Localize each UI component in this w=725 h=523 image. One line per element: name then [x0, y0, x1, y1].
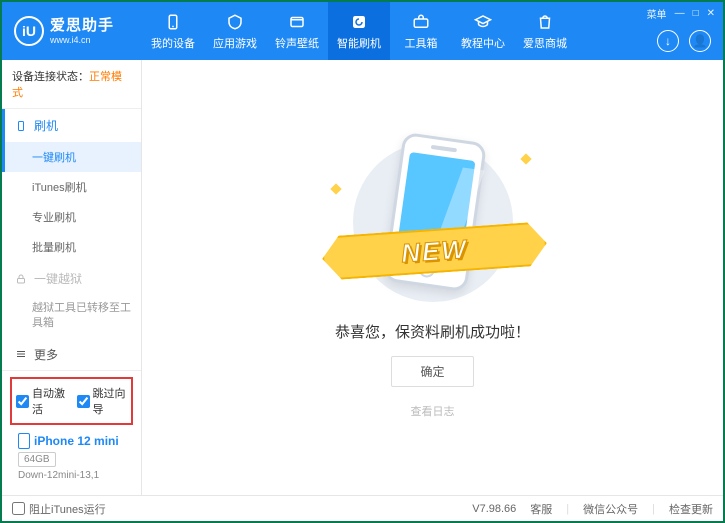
- success-message: 恭喜您，保资料刷机成功啦！: [335, 321, 530, 342]
- sidebar-group-jailbreak: 一键越狱: [2, 262, 141, 295]
- window-controls: 菜单 — □ ✕: [647, 6, 715, 21]
- footer-wechat-link[interactable]: 微信公众号: [583, 501, 638, 517]
- nav-apps[interactable]: 应用游戏: [204, 2, 266, 60]
- sidebar: 设备连接状态：正常模式 刷机 一键刷机 iTunes刷机 专业刷机 批量刷机 一…: [2, 60, 142, 495]
- sidebar-group-flash[interactable]: 刷机: [2, 109, 141, 142]
- phone-small-icon: [14, 119, 28, 133]
- version-label: V7.98.66: [472, 503, 516, 515]
- footer: 阻止iTunes运行 V7.98.66 客服 | 微信公众号 | 检查更新: [2, 495, 723, 521]
- minimize-button[interactable]: —: [675, 8, 685, 19]
- lock-icon: [14, 272, 28, 286]
- sidebar-item-pro-flash[interactable]: 专业刷机: [2, 202, 141, 232]
- sidebar-item-itunes-flash[interactable]: iTunes刷机: [2, 172, 141, 202]
- toolbox-icon: [411, 12, 431, 32]
- app-title: 爱思助手: [50, 17, 114, 35]
- device-model: Down-12mini-13,1: [18, 470, 125, 481]
- nav-flash[interactable]: 智能刷机: [328, 2, 390, 60]
- sidebar-item-batch-flash[interactable]: 批量刷机: [2, 232, 141, 262]
- connected-device[interactable]: iPhone 12 mini 64GB Down-12mini-13,1: [10, 425, 133, 489]
- sidebar-item-oneclick-flash[interactable]: 一键刷机: [2, 142, 141, 172]
- tutorial-icon: [473, 12, 493, 32]
- flash-icon: [349, 12, 369, 32]
- view-log-link[interactable]: 查看日志: [411, 403, 455, 419]
- app-subtitle: www.i4.cn: [50, 35, 114, 46]
- nav-device[interactable]: 我的设备: [142, 2, 204, 60]
- device-name: iPhone 12 mini: [18, 433, 125, 449]
- phone-icon: [163, 12, 183, 32]
- options-highlight-box: 自动激活 跳过向导: [10, 377, 133, 425]
- success-illustration: NEW: [328, 137, 538, 307]
- sidebar-group-more[interactable]: 更多: [2, 338, 141, 370]
- ringtone-icon: [287, 12, 307, 32]
- nav-tutorial[interactable]: 教程中心: [452, 2, 514, 60]
- header: iU 爱思助手 www.i4.cn 我的设备 应用游戏 铃声壁纸 智能刷机 工具…: [2, 2, 723, 60]
- list-icon: [14, 347, 28, 361]
- footer-update-link[interactable]: 检查更新: [669, 501, 713, 517]
- nav-store[interactable]: 爱思商城: [514, 2, 576, 60]
- nav-toolbox[interactable]: 工具箱: [390, 2, 452, 60]
- checkbox-auto-activate[interactable]: 自动激活: [16, 385, 67, 417]
- close-button[interactable]: ✕: [707, 8, 715, 19]
- ok-button[interactable]: 确定: [391, 356, 473, 387]
- nav-ringtone[interactable]: 铃声壁纸: [266, 2, 328, 60]
- download-button[interactable]: ↓: [657, 30, 679, 52]
- logo-area: iU 爱思助手 www.i4.cn: [2, 16, 142, 46]
- main-nav: 我的设备 应用游戏 铃声壁纸 智能刷机 工具箱 教程中心 爱思商城: [142, 2, 576, 60]
- footer-service-link[interactable]: 客服: [530, 501, 552, 517]
- maximize-button[interactable]: □: [693, 8, 699, 19]
- menu-icon[interactable]: 菜单: [647, 6, 667, 21]
- checkbox-block-itunes[interactable]: 阻止iTunes运行: [12, 501, 106, 517]
- logo-icon: iU: [14, 16, 44, 46]
- device-capacity: 64GB: [18, 452, 56, 467]
- app-window: iU 爱思助手 www.i4.cn 我的设备 应用游戏 铃声壁纸 智能刷机 工具…: [0, 0, 725, 523]
- apps-icon: [225, 12, 245, 32]
- checkbox-skip-guide[interactable]: 跳过向导: [77, 385, 128, 417]
- jailbreak-note: 越狱工具已转移至工具箱: [2, 295, 141, 338]
- connection-status: 设备连接状态：正常模式: [2, 60, 141, 109]
- store-icon: [535, 12, 555, 32]
- user-button[interactable]: 👤: [689, 30, 711, 52]
- main-content: NEW 恭喜您，保资料刷机成功啦！ 确定 查看日志: [142, 60, 723, 495]
